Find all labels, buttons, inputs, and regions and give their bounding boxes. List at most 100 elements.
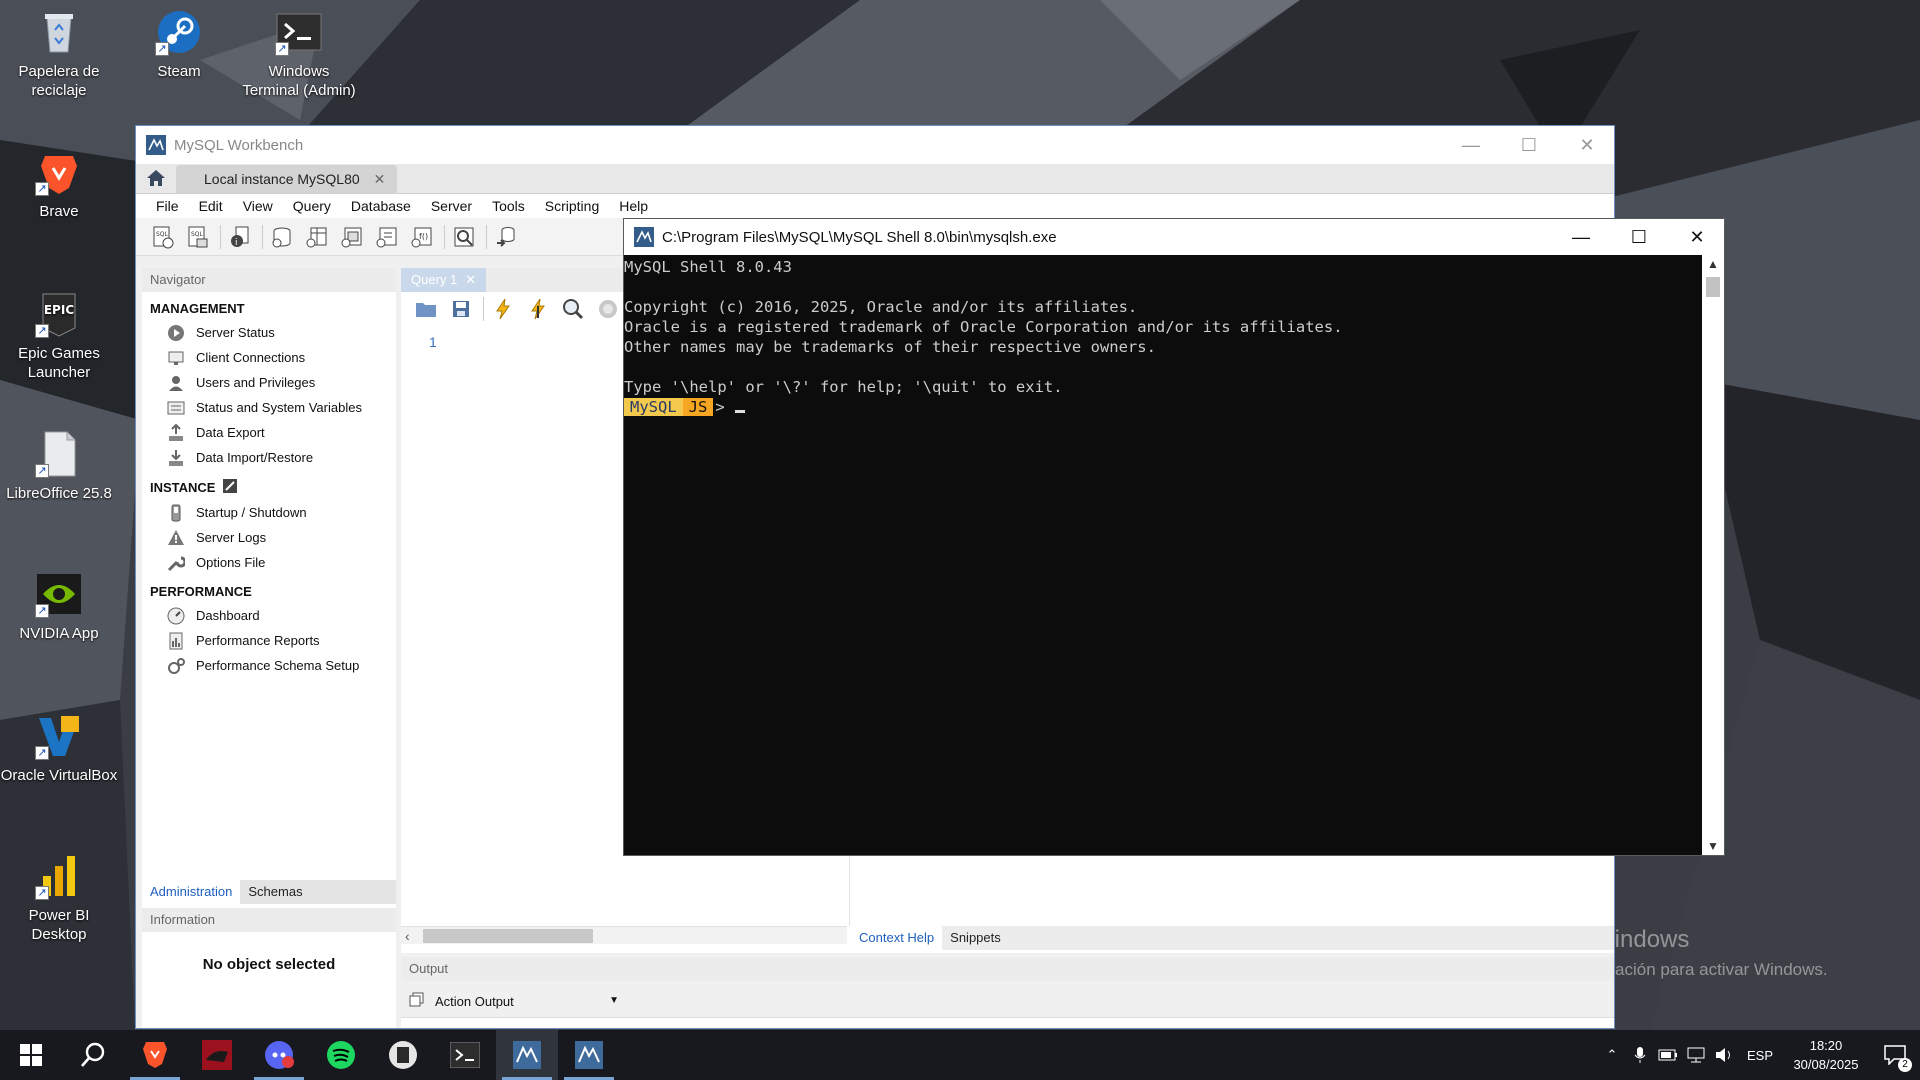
- close-button[interactable]: ✕: [1558, 126, 1614, 164]
- desktop-icon-recycle-bin[interactable]: Papelera de reciclaje: [0, 8, 118, 100]
- create-table-button[interactable]: [304, 224, 330, 250]
- nav-data-export[interactable]: Data Export: [142, 420, 396, 445]
- shell-close-button[interactable]: ✕: [1668, 219, 1726, 255]
- input-language[interactable]: ESP: [1738, 1048, 1782, 1063]
- workbench-titlebar[interactable]: MySQL Workbench — ☐ ✕: [136, 126, 1614, 164]
- output-header: Output: [401, 957, 1614, 981]
- nav-performance-reports[interactable]: Performance Reports: [142, 628, 396, 653]
- network-icon[interactable]: [1682, 1030, 1710, 1080]
- connection-tab[interactable]: Local instance MySQL80 ✕: [176, 165, 398, 193]
- shell-vertical-scrollbar[interactable]: ▲ ▼: [1702, 255, 1724, 855]
- nav-status-system-variables[interactable]: Status and System Variables: [142, 395, 396, 420]
- create-view-button[interactable]: [339, 224, 365, 250]
- minimize-button[interactable]: —: [1442, 126, 1500, 164]
- nav-dashboard[interactable]: Dashboard: [142, 603, 396, 628]
- open-file-button[interactable]: [413, 296, 439, 322]
- shortcut-arrow-icon: ↗: [35, 746, 49, 760]
- query-tab[interactable]: Query 1 ✕: [401, 268, 487, 292]
- scroll-up-icon[interactable]: ▲: [1702, 257, 1724, 271]
- new-sql-tab-button[interactable]: SQL: [150, 224, 176, 250]
- create-function-button[interactable]: f(): [409, 224, 435, 250]
- shell-prompt[interactable]: MySQL JS >: [624, 397, 1704, 417]
- shell-minimize-button[interactable]: —: [1552, 219, 1610, 255]
- execute-button[interactable]: [490, 296, 516, 322]
- desktop-icon-terminal[interactable]: ↗ Windows Terminal (Admin): [240, 8, 358, 100]
- menu-file[interactable]: File: [146, 198, 189, 214]
- maximize-button[interactable]: ☐: [1500, 126, 1558, 164]
- save-file-button[interactable]: [448, 296, 474, 322]
- desktop-icon-brave[interactable]: ↗ Brave: [0, 148, 118, 221]
- menu-help[interactable]: Help: [609, 198, 658, 214]
- instance-settings-icon[interactable]: [223, 479, 238, 496]
- nav-users-privileges[interactable]: Users and Privileges: [142, 370, 396, 395]
- nav-data-import[interactable]: Data Import/Restore: [142, 445, 396, 470]
- tab-administration[interactable]: Administration: [142, 880, 241, 904]
- stop-button[interactable]: [595, 296, 621, 322]
- search-table-data-button[interactable]: [451, 224, 477, 250]
- volume-icon[interactable]: [1710, 1030, 1738, 1080]
- taskbar: ⌃ ESP 18:20 30/08/2025 2: [0, 1030, 1920, 1080]
- nav-options-file[interactable]: Options File: [142, 550, 396, 575]
- home-tab[interactable]: [136, 163, 176, 193]
- execute-current-button[interactable]: [525, 296, 551, 322]
- scroll-left-icon[interactable]: ‹: [405, 927, 410, 945]
- scrollbar-thumb[interactable]: [423, 929, 593, 943]
- start-button[interactable]: [0, 1030, 62, 1080]
- menu-edit[interactable]: Edit: [189, 198, 233, 214]
- taskbar-terminal[interactable]: [434, 1030, 496, 1080]
- desktop-icon-nvidia[interactable]: ↗ NVIDIA App: [0, 570, 118, 643]
- tab-context-help[interactable]: Context Help: [851, 926, 943, 950]
- tab-schemas[interactable]: Schemas: [240, 880, 310, 904]
- desktop-icon-steam[interactable]: ↗ Steam: [120, 8, 238, 81]
- taskbar-mysql-shell[interactable]: [558, 1030, 620, 1080]
- desktop-icon-power-bi[interactable]: ↗ Power BI Desktop: [0, 852, 118, 944]
- nav-performance-schema-setup[interactable]: Performance Schema Setup: [142, 653, 396, 678]
- taskbar-clock[interactable]: 18:20 30/08/2025: [1782, 1036, 1870, 1074]
- taskbar-mysql-workbench[interactable]: [496, 1030, 558, 1080]
- nav-startup-shutdown[interactable]: Startup / Shutdown: [142, 500, 396, 525]
- desktop-icon-epic-games[interactable]: EPIC ↗ Epic Games Launcher: [0, 290, 118, 382]
- menu-tools[interactable]: Tools: [482, 198, 535, 214]
- desktop-icon-virtualbox[interactable]: ↗ Oracle VirtualBox: [0, 712, 118, 785]
- discord-icon: [265, 1041, 294, 1069]
- horizontal-scrollbar[interactable]: ‹: [401, 926, 847, 944]
- shell-console[interactable]: MySQL Shell 8.0.43 Copyright (c) 2016, 2…: [624, 255, 1704, 855]
- shell-maximize-button[interactable]: ☐: [1610, 219, 1668, 255]
- taskbar-spotify[interactable]: [310, 1030, 372, 1080]
- taskbar-discord[interactable]: [248, 1030, 310, 1080]
- create-procedure-button[interactable]: [374, 224, 400, 250]
- terminal-icon: ↗: [275, 8, 323, 56]
- desktop-icon-libreoffice[interactable]: ↗ LibreOffice 25.8: [0, 430, 118, 503]
- menu-database[interactable]: Database: [341, 198, 421, 214]
- reconnect-button[interactable]: [493, 224, 519, 250]
- shell-titlebar[interactable]: C:\Program Files\MySQL\MySQL Shell 8.0\b…: [624, 219, 1724, 255]
- menu-server[interactable]: Server: [421, 198, 482, 214]
- taskbar-libreoffice[interactable]: [372, 1030, 434, 1080]
- nav-server-status[interactable]: Server Status: [142, 320, 396, 345]
- menu-view[interactable]: View: [233, 198, 283, 214]
- microphone-icon[interactable]: [1626, 1030, 1654, 1080]
- scroll-down-icon[interactable]: ▼: [1702, 839, 1724, 853]
- chevron-up-icon[interactable]: ⌃: [1598, 1030, 1626, 1080]
- open-sql-script-button[interactable]: SQL: [185, 224, 211, 250]
- close-tab-icon[interactable]: ✕: [374, 171, 386, 188]
- create-schema-button[interactable]: [269, 224, 295, 250]
- taskbar-brave[interactable]: [124, 1030, 186, 1080]
- search-button[interactable]: [62, 1030, 124, 1080]
- scrollbar-thumb[interactable]: [1706, 277, 1720, 297]
- text-cursor: [734, 409, 745, 413]
- mysql-shell-window[interactable]: C:\Program Files\MySQL\MySQL Shell 8.0\b…: [623, 218, 1725, 856]
- prompt-mode-badge: JS: [682, 398, 714, 416]
- inspector-button[interactable]: i: [227, 224, 253, 250]
- explain-button[interactable]: [560, 296, 586, 322]
- menu-scripting[interactable]: Scripting: [535, 198, 609, 214]
- nav-client-connections[interactable]: Client Connections: [142, 345, 396, 370]
- battery-icon[interactable]: [1654, 1030, 1682, 1080]
- notification-center-button[interactable]: 2: [1870, 1030, 1920, 1080]
- output-type-select[interactable]: Action Output ▼: [409, 989, 623, 1013]
- nav-server-logs[interactable]: Server Logs: [142, 525, 396, 550]
- tab-snippets[interactable]: Snippets: [942, 926, 1009, 950]
- menu-query[interactable]: Query: [283, 198, 341, 214]
- taskbar-game-app[interactable]: [186, 1030, 248, 1080]
- close-tab-icon[interactable]: ✕: [465, 272, 476, 287]
